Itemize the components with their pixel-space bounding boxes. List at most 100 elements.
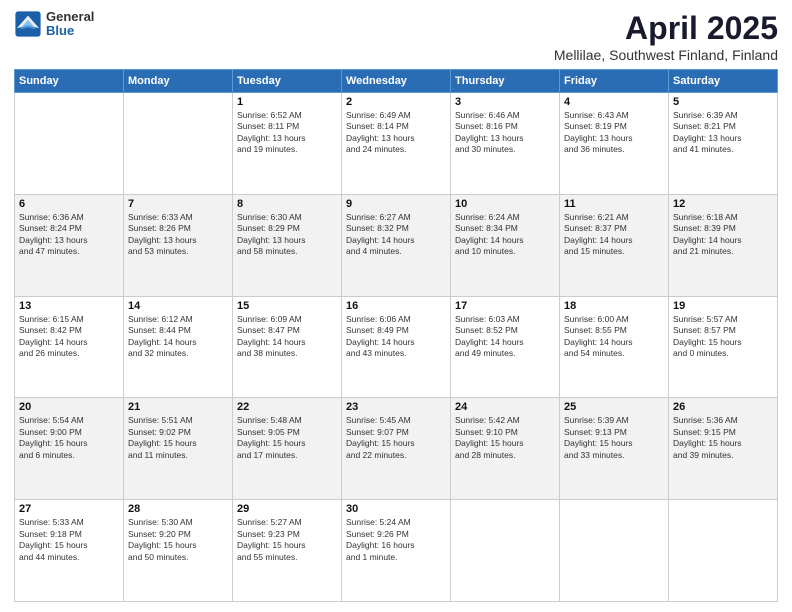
day-number: 19 bbox=[673, 300, 773, 312]
calendar-cell: 23Sunrise: 5:45 AM Sunset: 9:07 PM Dayli… bbox=[342, 398, 451, 500]
calendar-cell: 24Sunrise: 5:42 AM Sunset: 9:10 PM Dayli… bbox=[451, 398, 560, 500]
calendar-cell: 13 Sunrise: 6:15 AM Sunset: 8:42 PM Dayli… bbox=[15, 296, 124, 398]
calendar-cell: 27 Sunrise: 5:33 AM Sunset: 9:18 PM Dayli… bbox=[15, 500, 124, 602]
day-number: 17 bbox=[455, 300, 555, 312]
day-number: 26 bbox=[673, 401, 773, 413]
calendar-cell: 21 Sunrise: 5:51 AM Sunset: 9:02 PM Dayli… bbox=[124, 398, 233, 500]
calendar-cell bbox=[15, 93, 124, 195]
weekday-header-tuesday: Tuesday bbox=[233, 70, 342, 93]
day-info: Sunrise: 6:46 AM Sunset: 8:16 PM Dayligh… bbox=[455, 110, 555, 156]
day-info: Sunrise: 5:48 AM Sunset: 9:05 PM Dayligh… bbox=[237, 415, 337, 461]
week-row-3: 20Sunrise: 5:54 AM Sunset: 9:00 PM Dayli… bbox=[15, 398, 778, 500]
day-info: Sunrise: 6:43 AM Sunset: 8:19 PM Dayligh… bbox=[564, 110, 664, 156]
day-info: Sunrise: 6:24 AM Sunset: 8:34 PM Dayligh… bbox=[455, 212, 555, 258]
calendar-cell: 12 Sunrise: 6:18 AM Sunset: 8:39 PM Dayli… bbox=[669, 194, 778, 296]
calendar-cell: 3 Sunrise: 6:46 AM Sunset: 8:16 PM Daylig… bbox=[451, 93, 560, 195]
day-number: 29 bbox=[237, 503, 337, 515]
day-number: 16 bbox=[346, 300, 446, 312]
logo-general: General bbox=[46, 10, 94, 24]
day-number: 3 bbox=[455, 96, 555, 108]
day-info: Sunrise: 6:06 AM Sunset: 8:49 PM Dayligh… bbox=[346, 314, 446, 360]
day-number: 7 bbox=[128, 198, 228, 210]
logo-icon bbox=[14, 10, 42, 38]
day-info: Sunrise: 6:33 AM Sunset: 8:26 PM Dayligh… bbox=[128, 212, 228, 258]
main-title: April 2025 bbox=[554, 10, 778, 47]
calendar-cell: 25 Sunrise: 5:39 AM Sunset: 9:13 PM Dayli… bbox=[560, 398, 669, 500]
calendar-cell: 8Sunrise: 6:30 AM Sunset: 8:29 PM Daylig… bbox=[233, 194, 342, 296]
calendar-cell: 29 Sunrise: 5:27 AM Sunset: 9:23 PM Dayli… bbox=[233, 500, 342, 602]
calendar-cell bbox=[451, 500, 560, 602]
day-info: Sunrise: 6:52 AM Sunset: 8:11 PM Dayligh… bbox=[237, 110, 337, 156]
calendar-cell: 19 Sunrise: 5:57 AM Sunset: 8:57 PM Dayli… bbox=[669, 296, 778, 398]
day-number: 14 bbox=[128, 300, 228, 312]
day-number: 22 bbox=[237, 401, 337, 413]
day-info: Sunrise: 6:00 AM Sunset: 8:55 PM Dayligh… bbox=[564, 314, 664, 360]
calendar-cell: 9 Sunrise: 6:27 AM Sunset: 8:32 PM Daylig… bbox=[342, 194, 451, 296]
day-number: 6 bbox=[19, 198, 119, 210]
day-info: Sunrise: 5:27 AM Sunset: 9:23 PM Dayligh… bbox=[237, 517, 337, 563]
calendar-cell: 4 Sunrise: 6:43 AM Sunset: 8:19 PM Daylig… bbox=[560, 93, 669, 195]
day-info: Sunrise: 6:21 AM Sunset: 8:37 PM Dayligh… bbox=[564, 212, 664, 258]
day-info: Sunrise: 6:15 AM Sunset: 8:42 PM Dayligh… bbox=[19, 314, 119, 360]
day-number: 15 bbox=[237, 300, 337, 312]
day-info: Sunrise: 5:33 AM Sunset: 9:18 PM Dayligh… bbox=[19, 517, 119, 563]
calendar-cell: 15 Sunrise: 6:09 AM Sunset: 8:47 PM Dayli… bbox=[233, 296, 342, 398]
calendar-cell: 10Sunrise: 6:24 AM Sunset: 8:34 PM Dayli… bbox=[451, 194, 560, 296]
page: General Blue April 2025 Mellilae, Southw… bbox=[0, 0, 792, 612]
day-info: Sunrise: 6:18 AM Sunset: 8:39 PM Dayligh… bbox=[673, 212, 773, 258]
weekday-header-saturday: Saturday bbox=[669, 70, 778, 93]
calendar-cell: 5 Sunrise: 6:39 AM Sunset: 8:21 PM Daylig… bbox=[669, 93, 778, 195]
day-info: Sunrise: 6:49 AM Sunset: 8:14 PM Dayligh… bbox=[346, 110, 446, 156]
calendar-cell: 22 Sunrise: 5:48 AM Sunset: 9:05 PM Dayli… bbox=[233, 398, 342, 500]
day-number: 2 bbox=[346, 96, 446, 108]
day-number: 23 bbox=[346, 401, 446, 413]
weekday-header-row: SundayMondayTuesdayWednesdayThursdayFrid… bbox=[15, 70, 778, 93]
weekday-header-wednesday: Wednesday bbox=[342, 70, 451, 93]
weekday-header-sunday: Sunday bbox=[15, 70, 124, 93]
day-info: Sunrise: 6:39 AM Sunset: 8:21 PM Dayligh… bbox=[673, 110, 773, 156]
week-row-4: 27 Sunrise: 5:33 AM Sunset: 9:18 PM Dayli… bbox=[15, 500, 778, 602]
day-number: 28 bbox=[128, 503, 228, 515]
calendar-cell: 6 Sunrise: 6:36 AM Sunset: 8:24 PM Daylig… bbox=[15, 194, 124, 296]
day-number: 4 bbox=[564, 96, 664, 108]
calendar-cell: 1 Sunrise: 6:52 AM Sunset: 8:11 PM Daylig… bbox=[233, 93, 342, 195]
day-number: 9 bbox=[346, 198, 446, 210]
week-row-0: 1 Sunrise: 6:52 AM Sunset: 8:11 PM Daylig… bbox=[15, 93, 778, 195]
logo-text: General Blue bbox=[46, 10, 94, 39]
calendar-table: SundayMondayTuesdayWednesdayThursdayFrid… bbox=[14, 69, 778, 602]
calendar-cell bbox=[560, 500, 669, 602]
day-info: Sunrise: 6:12 AM Sunset: 8:44 PM Dayligh… bbox=[128, 314, 228, 360]
day-number: 1 bbox=[237, 96, 337, 108]
week-row-1: 6 Sunrise: 6:36 AM Sunset: 8:24 PM Daylig… bbox=[15, 194, 778, 296]
day-info: Sunrise: 6:09 AM Sunset: 8:47 PM Dayligh… bbox=[237, 314, 337, 360]
header: General Blue April 2025 Mellilae, Southw… bbox=[14, 10, 778, 63]
day-number: 21 bbox=[128, 401, 228, 413]
day-number: 27 bbox=[19, 503, 119, 515]
calendar-cell: 30 Sunrise: 5:24 AM Sunset: 9:26 PM Dayli… bbox=[342, 500, 451, 602]
calendar-cell: 20Sunrise: 5:54 AM Sunset: 9:00 PM Dayli… bbox=[15, 398, 124, 500]
day-info: Sunrise: 5:54 AM Sunset: 9:00 PM Dayligh… bbox=[19, 415, 119, 461]
calendar-cell: 14 Sunrise: 6:12 AM Sunset: 8:44 PM Dayli… bbox=[124, 296, 233, 398]
calendar-cell bbox=[124, 93, 233, 195]
day-info: Sunrise: 5:57 AM Sunset: 8:57 PM Dayligh… bbox=[673, 314, 773, 360]
day-info: Sunrise: 5:39 AM Sunset: 9:13 PM Dayligh… bbox=[564, 415, 664, 461]
day-number: 12 bbox=[673, 198, 773, 210]
day-number: 30 bbox=[346, 503, 446, 515]
week-row-2: 13 Sunrise: 6:15 AM Sunset: 8:42 PM Dayli… bbox=[15, 296, 778, 398]
day-number: 25 bbox=[564, 401, 664, 413]
calendar-cell: 28Sunrise: 5:30 AM Sunset: 9:20 PM Dayli… bbox=[124, 500, 233, 602]
day-number: 13 bbox=[19, 300, 119, 312]
weekday-header-monday: Monday bbox=[124, 70, 233, 93]
calendar-cell: 16 Sunrise: 6:06 AM Sunset: 8:49 PM Dayli… bbox=[342, 296, 451, 398]
day-info: Sunrise: 6:36 AM Sunset: 8:24 PM Dayligh… bbox=[19, 212, 119, 258]
day-number: 24 bbox=[455, 401, 555, 413]
subtitle: Mellilae, Southwest Finland, Finland bbox=[554, 47, 778, 63]
day-info: Sunrise: 5:51 AM Sunset: 9:02 PM Dayligh… bbox=[128, 415, 228, 461]
day-number: 8 bbox=[237, 198, 337, 210]
day-info: Sunrise: 6:27 AM Sunset: 8:32 PM Dayligh… bbox=[346, 212, 446, 258]
calendar-cell: 18Sunrise: 6:00 AM Sunset: 8:55 PM Dayli… bbox=[560, 296, 669, 398]
calendar-cell: 17Sunrise: 6:03 AM Sunset: 8:52 PM Dayli… bbox=[451, 296, 560, 398]
day-info: Sunrise: 5:36 AM Sunset: 9:15 PM Dayligh… bbox=[673, 415, 773, 461]
day-info: Sunrise: 5:24 AM Sunset: 9:26 PM Dayligh… bbox=[346, 517, 446, 563]
day-number: 5 bbox=[673, 96, 773, 108]
